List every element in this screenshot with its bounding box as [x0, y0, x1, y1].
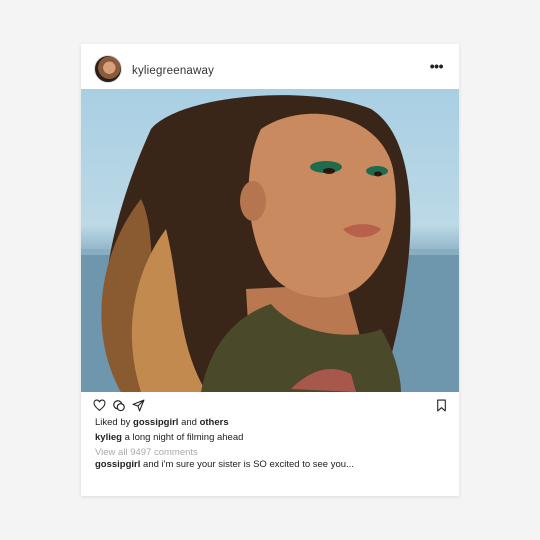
post-photo-illustration [81, 95, 459, 392]
post-username[interactable]: kyliegreenaway [132, 65, 214, 77]
bookmark-icon[interactable] [436, 399, 450, 413]
send-icon[interactable] [132, 399, 146, 413]
post-header: kyliegreenaway ••• [81, 44, 459, 89]
heart-icon[interactable] [93, 399, 107, 413]
liked-by-user[interactable]: gossipgirl [133, 417, 178, 428]
likes-line: Liked by gossipgirl and others [95, 417, 229, 428]
likes-prefix: Liked by [95, 417, 131, 428]
post-actions [81, 399, 459, 415]
post-card: kyliegreenaway ••• Liked by gossipgirl a… [81, 44, 459, 496]
comment-line: gossipgirl and i'm sure your sister is S… [95, 459, 354, 470]
caption-line: kylieg a long night of filming ahead [95, 432, 243, 443]
liked-others[interactable]: others [200, 417, 229, 428]
post-image[interactable] [81, 89, 459, 392]
comment-user[interactable]: gossipgirl [95, 459, 140, 470]
caption-user[interactable]: kylieg [95, 432, 122, 443]
comment-text: and i'm sure your sister is SO excited t… [143, 459, 354, 470]
likes-and: and [181, 417, 197, 428]
avatar[interactable] [94, 55, 122, 83]
caption-text: a long night of filming ahead [124, 432, 244, 443]
more-dots-icon[interactable]: ••• [430, 58, 444, 74]
comment-icon[interactable] [112, 399, 126, 413]
view-comments-link[interactable]: View all 9497 comments [95, 447, 198, 458]
